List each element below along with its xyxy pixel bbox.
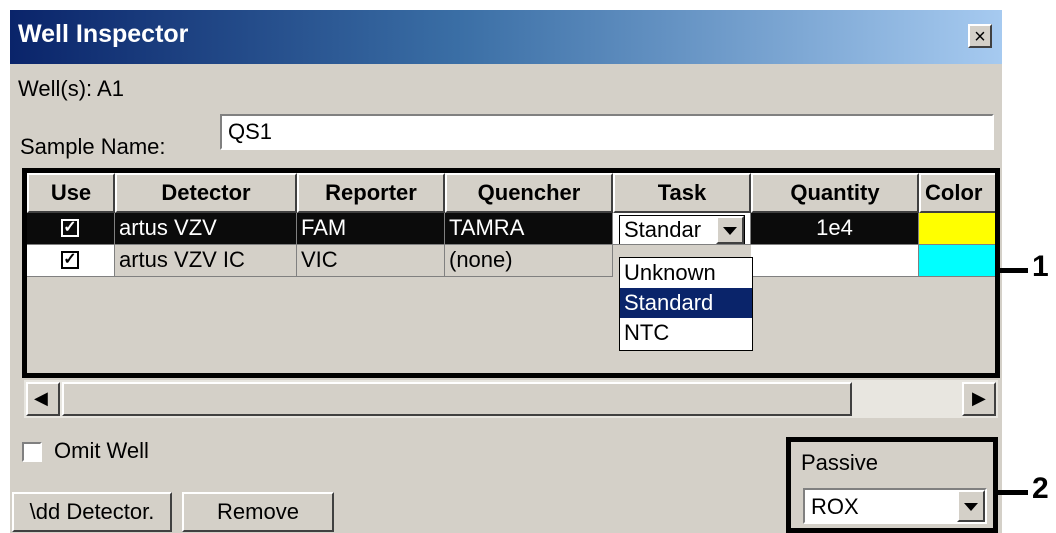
col-header-color[interactable]: Color [919, 173, 995, 213]
passive-dropdown-value: ROX [811, 494, 859, 519]
wells-label: Well(s): A1 [18, 76, 124, 101]
row2-use-cell[interactable]: ✓ [27, 245, 115, 277]
omit-well-label: Omit Well [54, 438, 149, 463]
callout-1-line [1000, 268, 1028, 273]
task-option-ntc[interactable]: NTC [620, 318, 752, 348]
title-bar: Well Inspector × [10, 10, 1002, 64]
callout-1: 1 [1032, 250, 1049, 283]
remove-button[interactable]: Remove [182, 492, 334, 532]
close-button[interactable]: × [968, 24, 992, 48]
add-detector-button[interactable]: \dd Detector. [12, 492, 172, 532]
task-dropdown-value: Standar [624, 217, 702, 242]
scroll-left-button[interactable]: ◀ [26, 382, 60, 416]
sample-name-input[interactable]: QS1 [220, 114, 994, 150]
task-dropdown-arrow[interactable] [716, 216, 744, 244]
row2-quencher[interactable]: (none) [445, 245, 613, 277]
scrollbar-thumb[interactable] [62, 382, 852, 416]
chevron-down-icon [964, 503, 978, 511]
omit-well-checkbox[interactable] [22, 442, 42, 462]
row1-task-cell[interactable]: Standar [613, 213, 751, 245]
close-icon: × [974, 26, 986, 48]
sample-name-label: Sample Name: [20, 134, 166, 159]
row1-color-swatch[interactable] [919, 213, 995, 245]
col-header-reporter[interactable]: Reporter [297, 173, 445, 213]
passive-dropdown-arrow[interactable] [957, 490, 985, 522]
detector-table: Use Detector Reporter Quencher Task Quan… [22, 168, 1000, 378]
callout-2-line [998, 490, 1028, 495]
task-dropdown-list[interactable]: Unknown Standard NTC [619, 257, 753, 351]
scroll-left-icon: ◀ [34, 388, 48, 408]
col-header-detector[interactable]: Detector [115, 173, 297, 213]
scroll-right-button[interactable]: ▶ [962, 382, 996, 416]
row2-quantity[interactable] [751, 245, 919, 277]
row1-reporter[interactable]: FAM [297, 213, 445, 245]
task-option-standard[interactable]: Standard [620, 288, 752, 318]
passive-group: Passive ROX [786, 437, 998, 533]
row1-use-cell[interactable]: ✓ [27, 213, 115, 245]
chevron-down-icon [723, 227, 737, 235]
col-header-quantity[interactable]: Quantity [751, 173, 919, 213]
callout-2: 2 [1032, 472, 1049, 505]
col-header-task[interactable]: Task [613, 173, 751, 213]
task-option-unknown[interactable]: Unknown [620, 258, 752, 288]
col-header-use[interactable]: Use [27, 173, 115, 213]
row1-use-checkbox[interactable]: ✓ [61, 219, 79, 237]
scroll-right-icon: ▶ [972, 388, 986, 408]
passive-dropdown[interactable]: ROX [803, 488, 987, 524]
window-title: Well Inspector [18, 20, 189, 48]
horizontal-scrollbar[interactable]: ◀ ▶ [24, 380, 998, 418]
col-header-quencher[interactable]: Quencher [445, 173, 613, 213]
row2-detector[interactable]: artus VZV IC [115, 245, 297, 277]
task-dropdown[interactable]: Standar [619, 215, 745, 244]
row2-color-swatch[interactable] [919, 245, 995, 277]
row2-use-checkbox[interactable]: ✓ [61, 251, 79, 269]
row2-reporter[interactable]: VIC [297, 245, 445, 277]
row1-quencher[interactable]: TAMRA [445, 213, 613, 245]
row1-detector[interactable]: artus VZV [115, 213, 297, 245]
row1-quantity[interactable]: 1e4 [751, 213, 919, 245]
passive-label: Passive [801, 450, 879, 475]
sample-name-value: QS1 [228, 119, 273, 144]
